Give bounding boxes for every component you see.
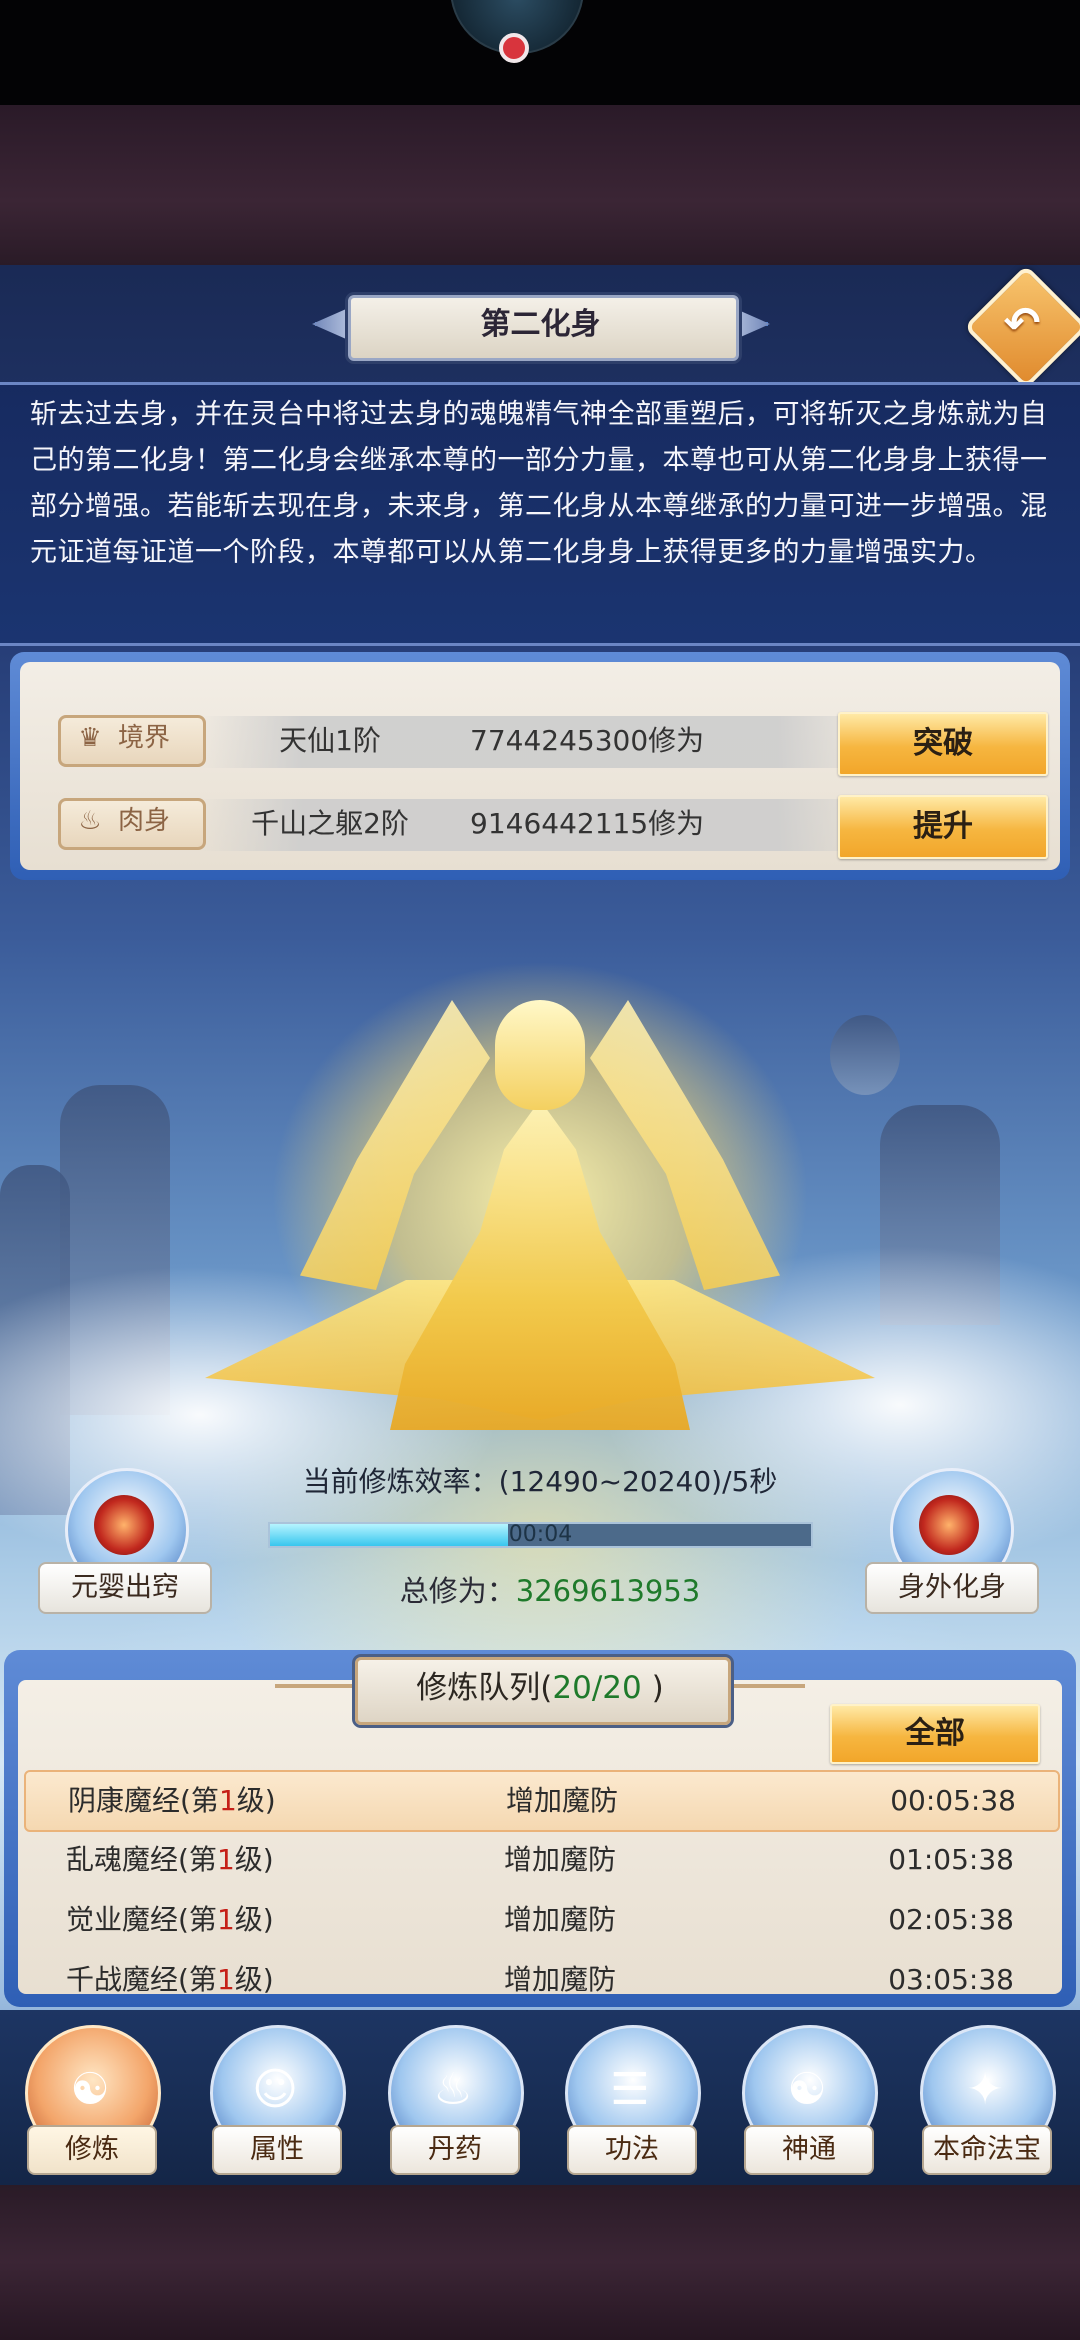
queue-row-title: 千战魔经(第 (66, 1963, 217, 1993)
nav-label[interactable]: 修炼 (27, 2125, 157, 2175)
realm-label: 境界 (118, 723, 171, 753)
queue-row-time: 02:05:38 (888, 1903, 1014, 1936)
queue-row-title: 乱魂魔经(第 (66, 1843, 217, 1876)
body-label: 肉身 (118, 806, 171, 836)
description-text: 斩去过去身，并在灵台中将过去身的魂魄精气神全部重塑后，可将斩灭之身炼就为自己的第… (30, 399, 1048, 568)
page-title: 第二化身 (480, 307, 601, 342)
nav-attributes[interactable]: ☺ 属性 (200, 2025, 350, 2180)
total-cultivation-label: 总修为： (399, 1574, 516, 1608)
body-value: 9146442115修为 (470, 807, 705, 840)
scroll-icon[interactable]: ☰ (590, 2050, 670, 2130)
character-icon[interactable]: ☺ (235, 2050, 315, 2130)
external-avatar-icon[interactable] (919, 1495, 979, 1555)
realm-value: 7744245300修为 (470, 724, 705, 757)
queue-row-level-suffix: 级) (234, 1843, 274, 1876)
top-letterbox-band (0, 105, 1080, 265)
queue-title-decoration-left (275, 1684, 355, 1688)
queue-title-suffix: ) (641, 1670, 664, 1706)
queue-row-level-suffix: 级) (234, 1963, 274, 1993)
queue-row-title: 阴康魔经(第 (68, 1784, 219, 1817)
queue-row-effect: 增加魔防 (506, 1784, 619, 1817)
back-arrow-icon[interactable]: ↶ (990, 292, 1054, 356)
nav-label[interactable]: 本命法宝 (922, 2125, 1052, 2175)
queue-row-level: 1 (216, 1843, 235, 1876)
book-icon[interactable]: ☯ (767, 2050, 847, 2130)
floating-island (830, 1015, 900, 1095)
cultivation-efficiency: 当前修炼效率：(12490~20240)/5秒 (302, 1465, 778, 1498)
queue-row[interactable]: 觉业魔经(第1级) 增加魔防 02:05:38 (24, 1891, 1056, 1949)
crown-icon: ♛ (78, 723, 102, 753)
queue-row-level-suffix: 级) (236, 1784, 276, 1817)
nav-techniques[interactable]: ☰ 功法 (555, 2025, 705, 2180)
bottom-letterbox-band (0, 2185, 1080, 2340)
queue-row-level: 1 (218, 1784, 237, 1817)
queue-row-level: 1 (216, 1963, 235, 1993)
treasure-icon[interactable]: ✦ (945, 2050, 1025, 2130)
nascent-soul-icon[interactable] (94, 1495, 154, 1555)
nav-divine-powers[interactable]: ☯ 神通 (732, 2025, 882, 2180)
record-indicator-icon (499, 33, 529, 63)
queue-row-level: 1 (216, 1903, 235, 1936)
queue-title: 修炼队列(20/20 ) (355, 1657, 725, 1719)
meditation-icon[interactable]: ☯ (50, 2050, 130, 2130)
nav-pills[interactable]: ♨ 丹药 (378, 2025, 528, 2180)
queue-row-name: 乱魂魔经(第1级) (66, 1831, 366, 1889)
nav-label[interactable]: 丹药 (390, 2125, 520, 2175)
nascent-soul-button[interactable]: 元婴出窍 (38, 1562, 212, 1614)
nav-label[interactable]: 神通 (744, 2125, 874, 2175)
queue-row[interactable]: 阴康魔经(第1级) 增加魔防 00:05:38 (24, 1770, 1060, 1832)
external-avatar-button[interactable]: 身外化身 (865, 1562, 1039, 1614)
queue-all-button[interactable]: 全部 (830, 1704, 1040, 1764)
nav-treasure[interactable]: ✦ 本命法宝 (910, 2025, 1060, 2180)
queue-row-time: 01:05:38 (888, 1843, 1014, 1876)
queue-title-decoration-right (725, 1684, 805, 1688)
queue-row-title: 觉业魔经(第 (66, 1903, 217, 1936)
queue-row-effect: 增加魔防 (504, 1963, 617, 1993)
cultivation-timer: 00:04 (508, 1522, 573, 1547)
total-cultivation-value: 3269613953 (515, 1574, 701, 1608)
realm-name: 天仙1阶 (279, 724, 381, 757)
flame-icon: ♨ (78, 806, 102, 836)
queue-row-name: 千战魔经(第1级) (66, 1951, 366, 1993)
queue-row-name: 觉业魔经(第1级) (66, 1891, 366, 1949)
queue-row-time: 00:05:38 (890, 1784, 1016, 1817)
queue-row-effect: 增加魔防 (504, 1903, 617, 1936)
queue-row[interactable]: 千战魔经(第1级) 增加魔防 03:05:38 (24, 1951, 1056, 1993)
total-cultivation: 总修为：3269613953 (320, 1568, 780, 1614)
body-name: 千山之躯2阶 (251, 807, 409, 840)
upgrade-button[interactable]: 提升 (838, 795, 1048, 859)
queue-row-effect: 增加魔防 (504, 1843, 617, 1876)
nav-cultivate[interactable]: ☯ 修炼 (15, 2025, 165, 2180)
breakthrough-button[interactable]: 突破 (838, 712, 1048, 776)
avatar-head (495, 1000, 585, 1110)
nav-label[interactable]: 功法 (567, 2125, 697, 2175)
nav-label[interactable]: 属性 (212, 2125, 342, 2175)
queue-row-level-suffix: 级) (234, 1903, 274, 1936)
queue-count: 20/20 (552, 1670, 642, 1706)
queue-row-name: 阴康魔经(第1级) (68, 1772, 368, 1830)
queue-row[interactable]: 乱魂魔经(第1级) 增加魔防 01:05:38 (24, 1831, 1056, 1889)
queue-row-time: 03:05:38 (888, 1963, 1014, 1993)
cauldron-icon[interactable]: ♨ (413, 2050, 493, 2130)
queue-title-text: 修炼队列( (416, 1670, 553, 1706)
